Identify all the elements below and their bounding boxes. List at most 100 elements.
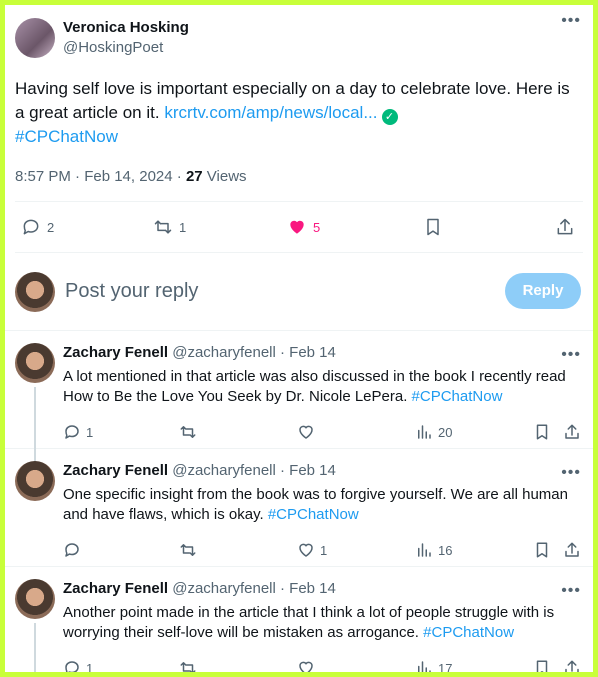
heart-icon <box>299 661 313 672</box>
like-action[interactable]: 5 <box>287 217 320 237</box>
thread-line <box>34 623 36 672</box>
list-item[interactable]: Zachary Fenell @zacharyfenell · Feb 14 O… <box>5 449 593 567</box>
list-item[interactable]: Zachary Fenell @zacharyfenell · Feb 14 A… <box>5 331 593 463</box>
author-name[interactable]: Veronica Hosking <box>63 18 189 38</box>
bookmark-action[interactable] <box>533 659 551 672</box>
views-count: 17 <box>438 660 453 673</box>
like-action[interactable] <box>297 659 320 672</box>
avatar[interactable] <box>15 579 55 619</box>
author-handle[interactable]: @zacharyfenell · Feb 14 <box>172 580 336 597</box>
post-actions: 2 1 5 <box>15 201 583 253</box>
verified-check-icon: ✓ <box>381 109 398 125</box>
comment-actions: 1 17 <box>63 649 583 672</box>
bookmark-icon <box>427 218 439 236</box>
more-icon[interactable]: ••• <box>561 13 581 29</box>
reply-icon <box>65 543 79 557</box>
reply-count: 1 <box>86 424 94 440</box>
comment-actions: 1 20 <box>63 413 583 451</box>
like-count: 5 <box>313 219 321 235</box>
share-action[interactable] <box>555 217 575 237</box>
share-icon <box>565 424 579 439</box>
heart-icon <box>290 220 304 234</box>
views-label: Views <box>202 168 247 185</box>
main-post: Veronica Hosking @HoskingPoet ••• Having… <box>5 5 593 253</box>
views-count: 27 <box>185 168 203 185</box>
reply-action[interactable]: 1 <box>63 659 93 672</box>
bookmark-icon <box>536 660 548 672</box>
views-icon <box>418 425 431 439</box>
reply-action[interactable]: 2 <box>21 217 54 237</box>
article-link[interactable]: krcrtv.com/amp/news/local... <box>164 103 377 122</box>
comment-text: A lot mentioned in that article was also… <box>63 367 583 407</box>
reply-count: 1 <box>86 660 94 673</box>
comment-text: Another point made in the article that I… <box>63 603 583 643</box>
reply-composer: Post your reply Reply <box>5 253 593 331</box>
repost-action[interactable] <box>179 659 197 672</box>
repost-icon <box>154 220 172 234</box>
reply-input[interactable]: Post your reply <box>65 280 198 303</box>
avatar[interactable] <box>15 461 55 501</box>
tweet-thread: Veronica Hosking @HoskingPoet ••• Having… <box>5 5 593 672</box>
reply-action[interactable] <box>63 541 86 559</box>
hashtag-link[interactable]: #CPChatNow <box>423 624 514 641</box>
like-count: 1 <box>320 542 328 558</box>
share-action[interactable] <box>563 423 581 441</box>
views-icon <box>418 661 431 672</box>
share-icon <box>565 542 579 557</box>
avatar[interactable] <box>15 18 55 58</box>
reply-button[interactable]: Reply <box>505 273 581 309</box>
reply-action[interactable]: 1 <box>63 423 93 441</box>
heart-icon <box>299 543 313 557</box>
bookmark-icon <box>536 424 548 440</box>
author-name[interactable]: Zachary Fenell <box>63 580 168 597</box>
repost-action[interactable] <box>179 423 197 441</box>
views-action[interactable]: 20 <box>415 423 452 441</box>
comment-actions: 1 16 <box>63 531 583 569</box>
more-icon[interactable]: ••• <box>561 465 581 481</box>
avatar[interactable] <box>15 343 55 383</box>
views-action[interactable]: 16 <box>415 541 452 559</box>
heart-icon <box>299 425 313 439</box>
repost-count: 1 <box>179 219 187 235</box>
comment-text: One specific insight from the book was t… <box>63 485 583 525</box>
share-action[interactable] <box>563 541 581 559</box>
more-icon[interactable]: ••• <box>561 583 581 599</box>
avatar <box>15 271 55 312</box>
like-action[interactable]: 1 <box>297 541 327 559</box>
share-action[interactable] <box>563 659 581 672</box>
author-name[interactable]: Zachary Fenell <box>63 344 168 361</box>
reply-icon <box>65 425 79 439</box>
author-handle[interactable]: @HoskingPoet <box>63 38 189 58</box>
reply-icon <box>65 661 79 672</box>
author-handle[interactable]: @zacharyfenell · Feb 14 <box>172 462 336 479</box>
views-icon <box>418 543 431 557</box>
reply-count: 2 <box>47 219 55 235</box>
repost-action[interactable]: 1 <box>153 217 186 237</box>
repost-icon <box>180 662 196 672</box>
views-count: 16 <box>438 542 453 558</box>
post-header: Veronica Hosking @HoskingPoet ••• <box>15 13 583 63</box>
more-icon[interactable]: ••• <box>561 347 581 363</box>
repost-icon <box>180 544 196 556</box>
share-icon <box>565 660 579 672</box>
bookmark-action[interactable] <box>533 541 551 559</box>
repost-icon <box>180 426 196 438</box>
list-item[interactable]: Zachary Fenell @zacharyfenell · Feb 14 A… <box>5 567 593 672</box>
hashtag-link[interactable]: #CPChatNow <box>268 506 359 523</box>
repost-action[interactable] <box>179 541 197 559</box>
post-text: Having self love is important especially… <box>15 77 583 149</box>
share-icon <box>557 218 573 235</box>
bookmark-action[interactable] <box>533 423 551 441</box>
hashtag-link[interactable]: #CPChatNow <box>15 127 118 146</box>
hashtag-link[interactable]: #CPChatNow <box>412 388 503 405</box>
bookmark-action[interactable] <box>423 217 443 237</box>
views-action[interactable]: 17 <box>415 659 452 672</box>
post-timestamp[interactable]: 8:57 PM · Feb 14, 2024 · <box>15 168 186 185</box>
post-meta: 8:57 PM · Feb 14, 2024 · 27 Views <box>15 163 583 191</box>
views-count: 20 <box>438 424 453 440</box>
like-action[interactable] <box>297 423 320 441</box>
reply-icon <box>23 219 39 235</box>
author-handle[interactable]: @zacharyfenell · Feb 14 <box>172 344 336 361</box>
author-name[interactable]: Zachary Fenell <box>63 462 168 479</box>
bookmark-icon <box>536 542 548 558</box>
